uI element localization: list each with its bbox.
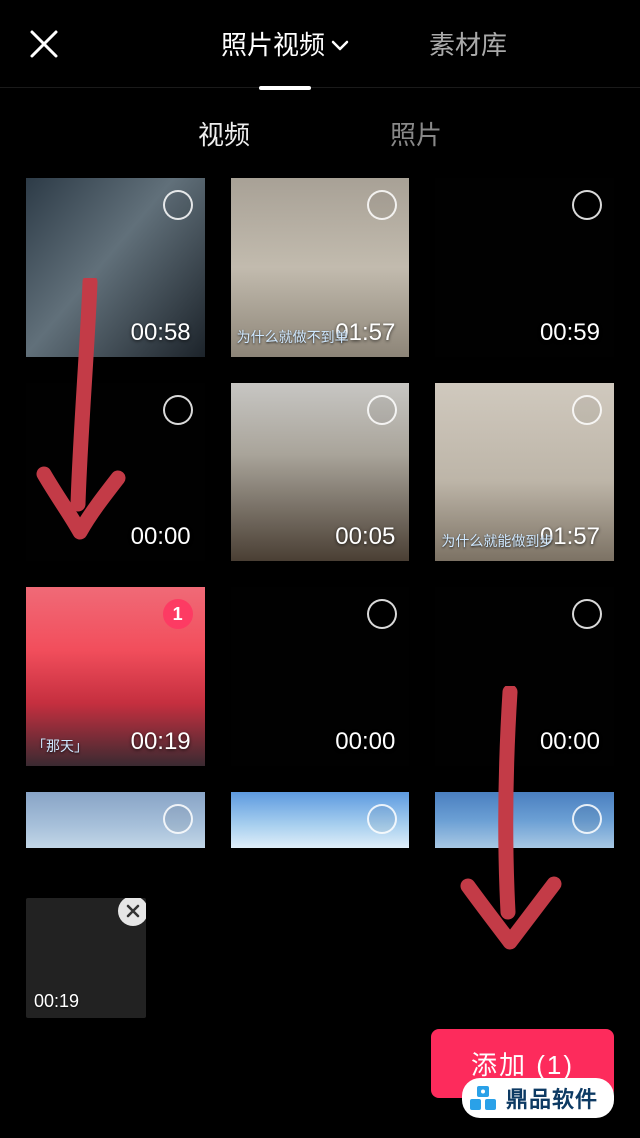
video-thumbnail[interactable]	[26, 792, 205, 848]
tray-item[interactable]: 00:19	[26, 898, 146, 1018]
remove-button[interactable]	[118, 898, 146, 926]
caption-label: 为什么就能做到步	[441, 531, 553, 551]
selection-tray: 00:19	[26, 898, 146, 1018]
select-circle[interactable]	[163, 190, 193, 220]
video-thumbnail[interactable]: 00:58	[26, 178, 205, 357]
duration-label: 00:05	[335, 523, 395, 551]
watermark-text: 鼎品软件	[506, 1082, 598, 1114]
video-thumbnail[interactable]: 00:00	[435, 587, 614, 766]
top-header: 照片视频 素材库	[0, 0, 640, 88]
video-thumbnail[interactable]: 00:00	[231, 587, 410, 766]
duration-label: 00:00	[540, 728, 600, 756]
video-thumbnail[interactable]: 00:59	[435, 178, 614, 357]
tab-photos-videos[interactable]: 照片视频	[221, 0, 349, 90]
close-icon	[28, 28, 60, 60]
duration-label: 00:19	[131, 728, 191, 756]
video-thumbnail[interactable]: 1 00:19 「那天」	[26, 587, 205, 766]
select-circle[interactable]	[367, 190, 397, 220]
caption-label: 为什么就做不到单	[237, 327, 349, 347]
select-circle[interactable]	[572, 804, 602, 834]
duration-label: 00:00	[335, 728, 395, 756]
tab-label: 照片视频	[221, 25, 325, 62]
sub-tabs: 视频 照片	[0, 88, 640, 178]
close-button[interactable]	[0, 0, 88, 88]
tab-label: 素材库	[429, 25, 507, 62]
tab-library[interactable]: 素材库	[429, 0, 507, 90]
video-thumbnail[interactable]	[231, 792, 410, 848]
subtab-photo[interactable]: 照片	[390, 115, 442, 152]
subtab-video[interactable]: 视频	[198, 115, 250, 152]
select-circle[interactable]	[572, 599, 602, 629]
select-circle[interactable]	[163, 395, 193, 425]
duration-label: 00:19	[34, 991, 79, 1012]
video-grid: 00:58 01:57为什么就做不到单 00:59 00:00 00:05 01:57为什…	[0, 178, 640, 848]
duration-label: 00:59	[540, 319, 600, 347]
chevron-down-icon	[331, 28, 349, 59]
video-thumbnail[interactable]: 00:00	[26, 383, 205, 562]
video-thumbnail[interactable]	[435, 792, 614, 848]
video-thumbnail[interactable]: 01:57为什么就做不到单	[231, 178, 410, 357]
select-circle[interactable]	[163, 804, 193, 834]
select-circle[interactable]	[572, 395, 602, 425]
select-circle[interactable]: 1	[163, 599, 193, 629]
video-thumbnail[interactable]: 00:05	[231, 383, 410, 562]
caption-label: 「那天」	[32, 736, 88, 756]
watermark: 鼎品软件	[462, 1078, 614, 1118]
close-icon	[126, 904, 140, 918]
select-circle[interactable]	[572, 190, 602, 220]
select-circle[interactable]	[367, 395, 397, 425]
duration-label: 00:00	[131, 523, 191, 551]
select-circle[interactable]	[367, 804, 397, 834]
video-thumbnail[interactable]: 01:57为什么就能做到步	[435, 383, 614, 562]
select-circle[interactable]	[367, 599, 397, 629]
header-tabs: 照片视频 素材库	[88, 0, 640, 90]
duration-label: 00:58	[131, 319, 191, 347]
watermark-logo-icon	[468, 1083, 498, 1113]
